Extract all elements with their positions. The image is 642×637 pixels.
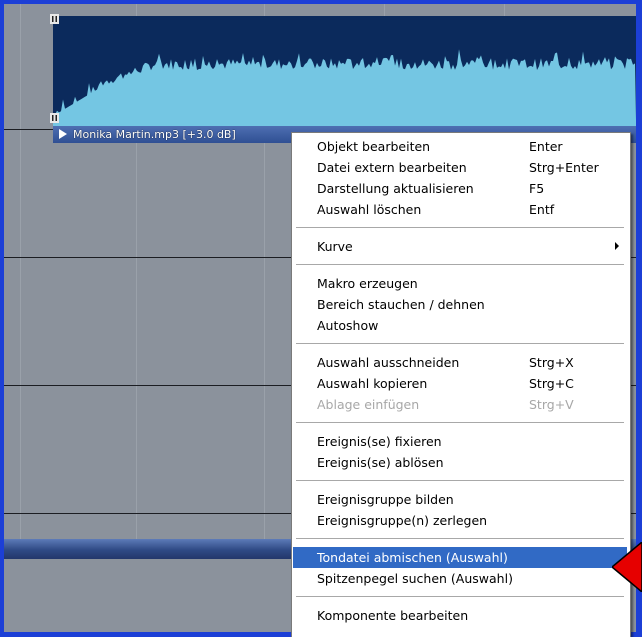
waveform <box>53 16 636 126</box>
menu-item-ereignis-se-fixieren[interactable]: Ereignis(se) fixieren <box>293 431 627 452</box>
grid-line-vertical <box>20 4 21 539</box>
menu-item-shortcut: Entf <box>529 202 555 217</box>
menu-separator <box>296 596 624 597</box>
pointer-arrow-icon <box>612 542 642 592</box>
menu-item-auswahl-löschen[interactable]: Auswahl löschen Entf <box>293 199 627 220</box>
window-frame-top <box>0 0 642 4</box>
menu-item-label: Ereignisgruppe(n) zerlegen <box>317 513 488 528</box>
menu-item-tondatei-abmischen-auswahl[interactable]: Tondatei abmischen (Auswahl) <box>293 547 627 568</box>
menu-separator <box>296 343 624 344</box>
menu-item-kurve[interactable]: Kurve <box>293 236 627 257</box>
menu-item-makro-erzeugen[interactable]: Makro erzeugen <box>293 273 627 294</box>
menu-item-label: Auswahl ausschneiden <box>317 355 460 370</box>
menu-separator <box>296 422 624 423</box>
menu-item-label: Autoshow <box>317 318 379 333</box>
menu-separator <box>296 227 624 228</box>
menu-item-label: Kurve <box>317 239 353 254</box>
window-frame-left <box>0 0 4 637</box>
clip-start-handle-bottom-icon[interactable] <box>50 113 59 123</box>
clip-start-handle-top-icon[interactable] <box>50 14 59 24</box>
menu-item-label: Auswahl löschen <box>317 202 422 217</box>
menu-item-auswahl-kopieren[interactable]: Auswahl kopieren Strg+C <box>293 373 627 394</box>
menu-separator <box>296 538 624 539</box>
menu-separator <box>296 480 624 481</box>
context-menu: Objekt bearbeiten Enter Datei extern bearb… <box>291 132 631 637</box>
menu-item-spitzenpegel-suchen-auswahl[interactable]: Spitzenpegel suchen (Auswahl) <box>293 568 627 589</box>
menu-item-objekt-bearbeiten[interactable]: Objekt bearbeiten Enter <box>293 136 627 157</box>
menu-item-ereignisgruppe-n-zerlegen[interactable]: Ereignisgruppe(n) zerlegen <box>293 510 627 531</box>
menu-item-shortcut: Strg+Enter <box>529 160 599 175</box>
submenu-arrow-icon <box>615 242 619 250</box>
menu-item-darstellung-aktualisieren[interactable]: Darstellung aktualisieren F5 <box>293 178 627 199</box>
menu-item-label: Datei extern bearbeiten <box>317 160 467 175</box>
menu-item-label: Bereich stauchen / dehnen <box>317 297 485 312</box>
menu-item-shortcut: Strg+V <box>529 397 574 412</box>
menu-item-label: Makro erzeugen <box>317 276 418 291</box>
menu-item-shortcut: Enter <box>529 139 563 154</box>
menu-item-label: Objekt bearbeiten <box>317 139 431 154</box>
menu-item-label: Auswahl kopieren <box>317 376 428 391</box>
menu-item-label: Komponente bearbeiten <box>317 608 469 623</box>
arranger-window: Monika Martin.mp3 [+3.0 dB] Objekt bearb… <box>0 0 642 637</box>
menu-item-label: Ereignis(se) ablösen <box>317 455 444 470</box>
menu-item-label: Spitzenpegel suchen (Auswahl) <box>317 571 513 586</box>
audio-clip[interactable]: Monika Martin.mp3 [+3.0 dB] <box>53 16 636 143</box>
menu-item-komponente-bearbeiten[interactable]: Komponente bearbeiten <box>293 605 627 626</box>
menu-item-label: Tondatei abmischen (Auswahl) <box>317 550 508 565</box>
menu-item-label: Ablage einfügen <box>317 397 420 412</box>
menu-item-label: Ereignis(se) fixieren <box>317 434 442 449</box>
menu-item-label: Ereignisgruppe bilden <box>317 492 454 507</box>
clip-label: Monika Martin.mp3 [+3.0 dB] <box>73 128 236 141</box>
play-icon <box>59 129 67 139</box>
menu-item-shortcut: Strg+X <box>529 355 574 370</box>
menu-item-bereich-stauchen-dehnen[interactable]: Bereich stauchen / dehnen <box>293 294 627 315</box>
menu-item-shortcut: F5 <box>529 181 545 196</box>
menu-item-ereignisgruppe-bilden[interactable]: Ereignisgruppe bilden <box>293 489 627 510</box>
menu-item-autoshow[interactable]: Autoshow <box>293 315 627 336</box>
menu-item-label: Darstellung aktualisieren <box>317 181 474 196</box>
menu-item-datei-extern-bearbeiten[interactable]: Datei extern bearbeiten Strg+Enter <box>293 157 627 178</box>
menu-item-ereignis-se-ablösen[interactable]: Ereignis(se) ablösen <box>293 452 627 473</box>
menu-item-ablage-einfügen[interactable]: Ablage einfügen Strg+V <box>293 394 627 415</box>
menu-item-auswahl-ausschneiden[interactable]: Auswahl ausschneiden Strg+X <box>293 352 627 373</box>
menu-separator <box>296 264 624 265</box>
menu-item-shortcut: Strg+C <box>529 376 574 391</box>
